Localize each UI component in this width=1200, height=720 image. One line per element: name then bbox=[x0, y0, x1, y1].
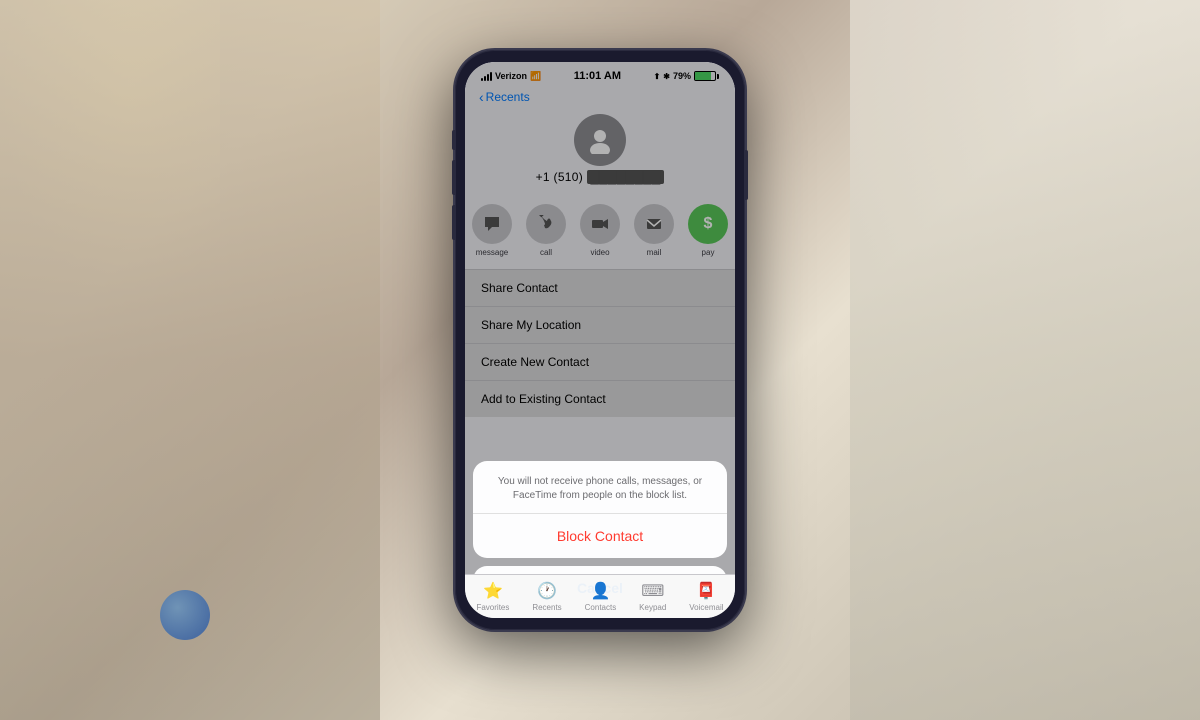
pay-icon: $ bbox=[688, 204, 728, 244]
action-call[interactable]: call bbox=[526, 204, 566, 257]
power-button bbox=[745, 150, 748, 200]
keypad-icon: ⌨ bbox=[641, 581, 664, 601]
volume-up-button bbox=[452, 160, 455, 195]
call-label: call bbox=[540, 248, 552, 257]
menu-share-location[interactable]: Share My Location bbox=[465, 307, 735, 344]
signal-bar-4 bbox=[490, 72, 492, 81]
phone-number: +1 (510) ████████ bbox=[536, 170, 665, 184]
status-left: Verizon 📶 bbox=[481, 71, 541, 82]
action-mail[interactable]: mail bbox=[634, 204, 674, 257]
menu-share-contact[interactable]: Share Contact bbox=[465, 270, 735, 307]
mail-label: mail bbox=[647, 248, 662, 257]
contacts-icon: 👤 bbox=[590, 581, 610, 601]
carrier-name: Verizon bbox=[495, 71, 527, 81]
menu-add-existing-contact[interactable]: Add to Existing Contact bbox=[465, 381, 735, 417]
tab-bar: ⭐ Favorites 🕐 Recents 👤 Contacts ⌨ Keypa… bbox=[465, 574, 735, 618]
battery-body bbox=[694, 71, 716, 81]
status-right: ⬆ ✱ 79% bbox=[654, 71, 719, 81]
pay-label: pay bbox=[702, 248, 715, 257]
recents-label: Recents bbox=[532, 603, 561, 612]
voicemail-label: Voicemail bbox=[689, 603, 723, 612]
menu-section: Share Contact Share My Location Create N… bbox=[465, 269, 735, 417]
status-bar: Verizon 📶 11:01 AM ⬆ ✱ 79% bbox=[465, 62, 735, 86]
nav-bar: ‹ Recents bbox=[465, 86, 735, 110]
battery-percent: 79% bbox=[673, 71, 691, 81]
tab-favorites[interactable]: ⭐ Favorites bbox=[476, 581, 509, 612]
signal-bars bbox=[481, 71, 492, 81]
menu-create-new-contact[interactable]: Create New Contact bbox=[465, 344, 735, 381]
message-icon bbox=[472, 204, 512, 244]
bg-blur-right bbox=[850, 0, 1200, 720]
favorites-label: Favorites bbox=[476, 603, 509, 612]
call-icon bbox=[526, 204, 566, 244]
action-pay[interactable]: $ pay bbox=[688, 204, 728, 257]
status-time: 11:01 AM bbox=[574, 70, 621, 82]
phone-prefix: +1 (510) bbox=[536, 170, 583, 184]
signal-bar-1 bbox=[481, 78, 483, 81]
tab-recents[interactable]: 🕐 Recents bbox=[532, 581, 561, 612]
action-sheet-message: You will not receive phone calls, messag… bbox=[473, 461, 727, 514]
volume-down-button bbox=[452, 205, 455, 240]
battery-fill bbox=[695, 72, 711, 80]
avatar bbox=[574, 114, 626, 166]
contact-header: +1 (510) ████████ bbox=[465, 110, 735, 196]
action-message[interactable]: message bbox=[472, 204, 512, 257]
scene-container: Verizon 📶 11:01 AM ⬆ ✱ 79% bbox=[390, 30, 810, 690]
message-label: message bbox=[476, 248, 508, 257]
back-button[interactable]: ‹ Recents bbox=[479, 90, 530, 104]
voicemail-icon: 📮 bbox=[696, 581, 716, 601]
signal-bar-3 bbox=[487, 74, 489, 81]
back-label: Recents bbox=[486, 90, 530, 104]
person-icon bbox=[586, 126, 614, 154]
bg-decorative-ball bbox=[160, 590, 210, 640]
back-chevron-icon: ‹ bbox=[479, 90, 484, 104]
battery-indicator bbox=[694, 71, 719, 81]
wifi-icon: 📶 bbox=[530, 71, 541, 82]
video-icon bbox=[580, 204, 620, 244]
phone-frame: Verizon 📶 11:01 AM ⬆ ✱ 79% bbox=[455, 50, 745, 630]
signal-bar-2 bbox=[484, 76, 486, 81]
favorites-icon: ⭐ bbox=[483, 581, 503, 601]
tab-contacts[interactable]: 👤 Contacts bbox=[585, 581, 617, 612]
phone-redacted: ████████ bbox=[587, 170, 665, 184]
mail-icon bbox=[634, 204, 674, 244]
mute-button bbox=[452, 130, 455, 150]
block-contact-button[interactable]: Block Contact bbox=[473, 514, 727, 558]
battery-tip bbox=[717, 74, 719, 79]
contacts-label: Contacts bbox=[585, 603, 617, 612]
location-icon: ⬆ bbox=[654, 72, 661, 81]
tab-keypad[interactable]: ⌨ Keypad bbox=[639, 581, 666, 612]
tab-voicemail[interactable]: 📮 Voicemail bbox=[689, 581, 723, 612]
video-label: video bbox=[590, 248, 609, 257]
bluetooth-icon: ✱ bbox=[663, 72, 670, 81]
action-sheet-card: You will not receive phone calls, messag… bbox=[473, 461, 727, 558]
action-buttons: message call bbox=[465, 196, 735, 269]
keypad-label: Keypad bbox=[639, 603, 666, 612]
recents-icon: 🕐 bbox=[537, 581, 557, 601]
action-video[interactable]: video bbox=[580, 204, 620, 257]
phone-screen: Verizon 📶 11:01 AM ⬆ ✱ 79% bbox=[465, 62, 735, 618]
